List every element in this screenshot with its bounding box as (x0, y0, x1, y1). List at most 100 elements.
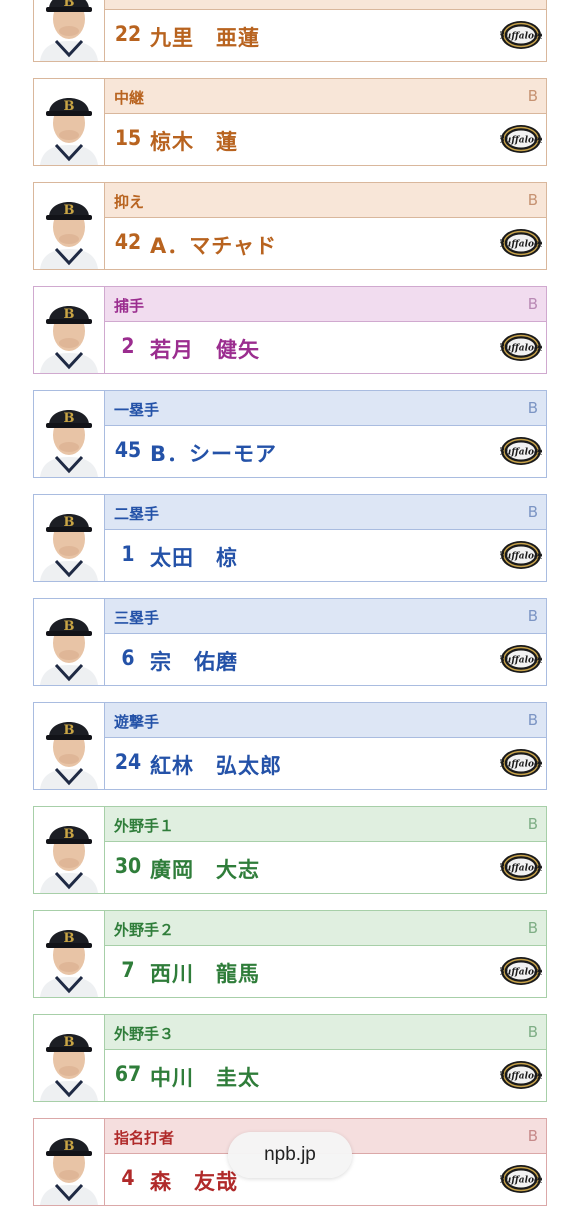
svg-text:Buffaloes: Buffaloes (500, 864, 542, 874)
svg-text:B: B (64, 0, 75, 10)
player-card[interactable]: B 中継 B 15 椋木 蓮 Buffaloes (33, 78, 547, 166)
player-photo-icon: B (34, 1015, 105, 1101)
uniform-number: 24 (114, 750, 142, 774)
team-code: B (527, 1127, 538, 1145)
player-name[interactable]: 宗 佑磨 (150, 646, 238, 676)
uniform-number: 2 (121, 334, 135, 358)
player-info: 24 紅林 弘太郎 Buffaloes (105, 738, 546, 789)
player-info: 30 廣岡 大志 Buffaloes (105, 842, 546, 893)
position-header: 外野手１ B (105, 807, 546, 842)
uniform-number: 30 (114, 854, 142, 878)
player-name[interactable]: 若月 健矢 (150, 334, 260, 364)
player-info: 15 椋木 蓮 Buffaloes (105, 114, 546, 165)
buffaloes-logo-icon: Buffaloes (496, 1164, 545, 1194)
svg-text:B: B (64, 931, 75, 946)
svg-text:Buffaloes: Buffaloes (500, 760, 542, 770)
position-label: 二塁手 (114, 505, 160, 523)
team-code: B (527, 503, 538, 521)
position-header: 二塁手 B (105, 495, 546, 530)
buffaloes-logo-icon: Buffaloes (496, 644, 545, 674)
player-info: 7 西川 龍馬 Buffaloes (105, 946, 546, 997)
svg-text:B: B (64, 827, 75, 842)
player-info: 22 九里 亜蓮 Buffaloes (105, 10, 546, 61)
player-photo-icon: B (34, 79, 105, 165)
buffaloes-logo-icon: Buffaloes (496, 748, 545, 778)
player-card[interactable]: B 一塁手 B 45 B．シーモア Buffaloes (33, 390, 547, 478)
player-photo-icon: B (34, 391, 105, 477)
buffaloes-logo-icon: Buffaloes (496, 956, 545, 986)
position-header: 三塁手 B (105, 599, 546, 634)
buffaloes-logo-icon: Buffaloes (496, 1060, 545, 1090)
player-info: 42 A．マチャド Buffaloes (105, 218, 546, 269)
buffaloes-logo-icon: Buffaloes (496, 228, 545, 258)
svg-text:B: B (64, 203, 75, 218)
player-photo-icon: B (34, 183, 105, 269)
player-card[interactable]: B 外野手１ B 30 廣岡 大志 Buffaloes (33, 806, 547, 894)
team-code: B (527, 87, 538, 105)
team-code: B (527, 815, 538, 833)
buffaloes-logo-icon: Buffaloes (496, 20, 545, 50)
player-name[interactable]: A．マチャド (150, 230, 277, 260)
player-card[interactable]: B 22 九里 亜蓮 Buffaloes (33, 0, 547, 62)
position-header: 抑え B (105, 183, 546, 218)
position-label: 三塁手 (114, 609, 160, 627)
player-card[interactable]: B 捕手 B 2 若月 健矢 Buffaloes (33, 286, 547, 374)
player-card[interactable]: B 外野手３ B 67 中川 圭太 Buffaloes (33, 1014, 547, 1102)
svg-text:B: B (64, 619, 75, 634)
player-card[interactable]: B 三塁手 B 6 宗 佑磨 Buffaloes (33, 598, 547, 686)
player-photo-icon: B (34, 495, 105, 581)
player-name[interactable]: 中川 圭太 (150, 1062, 260, 1092)
source-url-badge[interactable]: npb.jp (228, 1132, 352, 1178)
buffaloes-logo-icon: Buffaloes (496, 436, 545, 466)
svg-text:B: B (64, 1035, 75, 1050)
player-name[interactable]: B．シーモア (150, 438, 277, 468)
svg-text:B: B (64, 723, 75, 738)
svg-text:B: B (64, 411, 75, 426)
uniform-number: 1 (121, 542, 135, 566)
svg-text:Buffaloes: Buffaloes (500, 448, 542, 458)
player-name[interactable]: 廣岡 大志 (150, 854, 260, 884)
svg-text:Buffaloes: Buffaloes (500, 552, 542, 562)
position-header: 遊撃手 B (105, 703, 546, 738)
svg-text:Buffaloes: Buffaloes (500, 240, 542, 250)
player-name[interactable]: 太田 椋 (150, 542, 238, 572)
player-info: 2 若月 健矢 Buffaloes (105, 322, 546, 373)
buffaloes-logo-icon: Buffaloes (496, 332, 545, 362)
position-header (105, 0, 546, 10)
team-code: B (527, 711, 538, 729)
player-name[interactable]: 森 友哉 (150, 1166, 238, 1196)
uniform-number: 42 (114, 230, 142, 254)
position-header: 一塁手 B (105, 391, 546, 426)
player-card[interactable]: B 外野手２ B 7 西川 龍馬 Buffaloes (33, 910, 547, 998)
svg-text:Buffaloes: Buffaloes (500, 1072, 542, 1082)
player-card[interactable]: B 遊撃手 B 24 紅林 弘太郎 Buffaloes (33, 702, 547, 790)
player-name[interactable]: 西川 龍馬 (150, 958, 260, 988)
position-header: 外野手３ B (105, 1015, 546, 1050)
position-header: 中継 B (105, 79, 546, 114)
buffaloes-logo-icon: Buffaloes (496, 124, 545, 154)
svg-text:Buffaloes: Buffaloes (500, 968, 542, 978)
player-name[interactable]: 椋木 蓮 (150, 126, 238, 156)
team-code: B (527, 399, 538, 417)
team-code: B (527, 919, 538, 937)
svg-text:B: B (64, 307, 75, 322)
svg-text:B: B (64, 1139, 75, 1154)
player-info: 6 宗 佑磨 Buffaloes (105, 634, 546, 685)
player-photo-icon: B (34, 0, 105, 61)
buffaloes-logo-icon: Buffaloes (496, 852, 545, 882)
position-label: 指名打者 (114, 1129, 175, 1147)
player-card[interactable]: B 二塁手 B 1 太田 椋 Buffaloes (33, 494, 547, 582)
svg-text:Buffaloes: Buffaloes (500, 656, 542, 666)
position-label: 抑え (114, 193, 145, 211)
player-card[interactable]: B 抑え B 42 A．マチャド Buffaloes (33, 182, 547, 270)
player-name[interactable]: 紅林 弘太郎 (150, 750, 282, 780)
uniform-number: 7 (121, 958, 135, 982)
svg-text:Buffaloes: Buffaloes (500, 344, 542, 354)
player-name[interactable]: 九里 亜蓮 (150, 22, 260, 52)
uniform-number: 67 (114, 1062, 142, 1086)
svg-text:B: B (64, 515, 75, 530)
svg-text:Buffaloes: Buffaloes (500, 32, 542, 42)
position-label: 捕手 (114, 297, 145, 315)
player-photo-icon: B (34, 599, 105, 685)
buffaloes-logo-icon: Buffaloes (496, 540, 545, 570)
